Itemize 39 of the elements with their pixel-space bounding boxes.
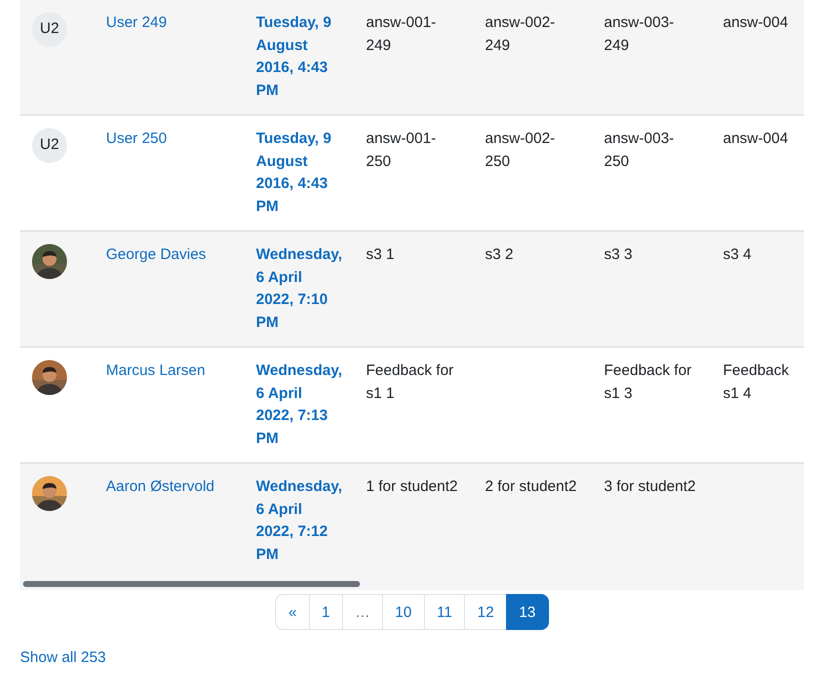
table-cell: answ-002-250	[485, 130, 556, 170]
page-button[interactable]: 12	[464, 594, 507, 630]
table-cell: answ-001-249	[366, 14, 436, 54]
page-button[interactable]: «	[275, 594, 310, 630]
table-cell: answ-004	[723, 130, 788, 147]
user-name-link[interactable]: User 250	[106, 130, 167, 147]
date-text: Wednesday, 6 April 2022, 7:10 PM	[256, 246, 342, 330]
date-text: Tuesday, 9 August 2016, 4:43 PM	[256, 130, 332, 214]
scrollbar[interactable]	[20, 578, 804, 590]
table-cell: s3 1	[366, 246, 394, 263]
user-name-link[interactable]: User 249	[106, 14, 167, 31]
date-text: Wednesday, 6 April 2022, 7:12 PM	[256, 478, 342, 562]
table-cell: answ-003-250	[604, 130, 674, 170]
user-initials: U2	[32, 128, 67, 163]
user-name-link[interactable]: Marcus Larsen	[106, 362, 206, 379]
page-button[interactable]: 1	[308, 594, 344, 630]
table-cell: 1 for student2	[366, 478, 458, 495]
table-cell: s3 2	[485, 246, 514, 263]
user-name-link[interactable]: Aaron Østervold	[106, 478, 214, 495]
table-cell: Feedback for s1 1	[366, 362, 454, 402]
table-cell: Feedback for s1 3	[604, 362, 692, 402]
ellipsis: …	[342, 594, 384, 630]
page-button[interactable]: 11	[424, 594, 466, 630]
date-text: Tuesday, 9 August 2016, 4:43 PM	[256, 14, 332, 98]
show-all-link[interactable]: Show all 253	[20, 649, 106, 666]
date-text: Wednesday, 6 April 2022, 7:13 PM	[256, 362, 342, 446]
table-cell: s3 4	[723, 246, 752, 263]
table-cell: 3 for student2	[604, 478, 696, 495]
table-cell: answ-001-250	[366, 130, 436, 170]
table-cell: Feedback s1 4	[723, 362, 789, 402]
user-name-link[interactable]: George Davies	[106, 246, 206, 263]
table-cell: answ-003-249	[604, 14, 674, 54]
table-cell: answ-004	[723, 14, 788, 31]
table-cell: answ-002-249	[485, 14, 556, 54]
table-cell: 2 for student2	[485, 478, 577, 495]
page-button[interactable]: 13	[506, 594, 549, 630]
page-button[interactable]: 10	[382, 594, 425, 630]
table-cell: s3 3	[604, 246, 632, 263]
user-initials: U2	[32, 12, 67, 47]
